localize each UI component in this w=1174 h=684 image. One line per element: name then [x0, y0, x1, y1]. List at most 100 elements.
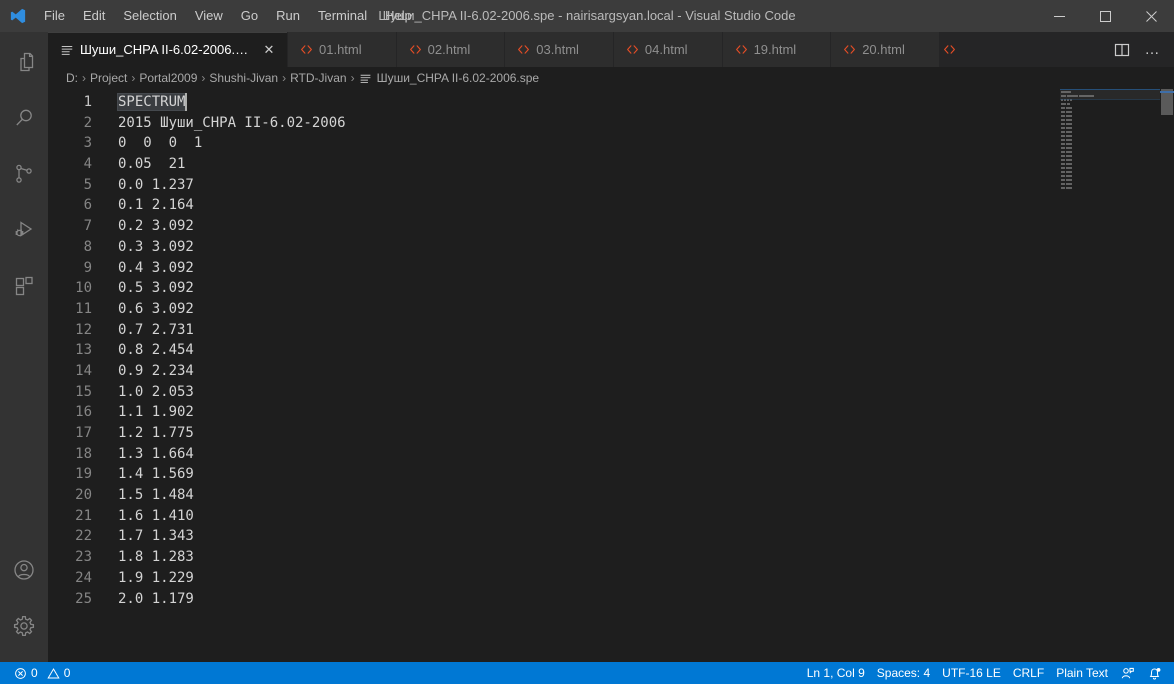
minimap-block	[1061, 171, 1065, 173]
sidebar-item-search[interactable]	[0, 90, 48, 146]
tab-20-html[interactable]: 20.html ✕	[831, 32, 940, 67]
line-number: 13	[75, 342, 92, 359]
source-control-icon	[12, 162, 36, 186]
tab-overflow-html-icon[interactable]	[940, 32, 960, 67]
line-number: 10	[75, 280, 92, 297]
breadcrumb-item-shushi-jivan[interactable]: Shushi-Jivan	[209, 71, 278, 85]
line-text: 0.4 3.092	[118, 259, 194, 276]
code-line: 13 0.8 2.454	[48, 340, 1174, 361]
minimap-block	[1061, 183, 1065, 185]
breadcrumb-item-portal2009[interactable]: Portal2009	[139, 71, 197, 85]
accounts-button[interactable]	[0, 542, 48, 598]
bell-icon	[1147, 666, 1162, 681]
overview-ruler-mark	[1160, 91, 1174, 93]
tab-02-html[interactable]: 02.html ✕	[396, 32, 506, 67]
status-bar-left: 0 0	[0, 662, 76, 684]
notifications-button[interactable]	[1141, 662, 1168, 684]
maximize-button[interactable]	[1082, 0, 1128, 32]
manage-settings-button[interactable]	[0, 598, 48, 654]
line-text: 0.5 3.092	[118, 280, 194, 297]
line-number: 16	[75, 404, 92, 421]
tab-label: 04.html	[644, 42, 688, 57]
code-line: 24 1.9 1.229	[48, 568, 1174, 589]
line-number: 21	[75, 507, 92, 524]
line-text: 1.4 1.569	[118, 466, 194, 483]
window-controls	[1036, 0, 1174, 32]
code-line: 9 0.4 3.092	[48, 258, 1174, 279]
minimap-block	[1066, 187, 1072, 189]
breadcrumb-separator: ›	[201, 71, 206, 85]
code-content[interactable]: 1 SPECTRUM 2 2015 Шуши_CHPA II-6.02-2006…	[48, 89, 1174, 662]
menu-item-view[interactable]: View	[186, 4, 232, 28]
minimap-block	[1061, 155, 1065, 157]
line-text: 1.6 1.410	[118, 507, 194, 524]
sidebar-item-run-and-debug[interactable]	[0, 202, 48, 258]
minimize-button[interactable]	[1036, 0, 1082, 32]
tab-04-html[interactable]: 04.html ✕	[613, 32, 723, 67]
editor-vertical-scrollbar[interactable]	[1160, 89, 1174, 662]
minimap-block	[1067, 103, 1070, 105]
code-line: 1 SPECTRUM	[48, 92, 1174, 113]
tab-03-html[interactable]: 03.html ✕	[505, 32, 614, 67]
minimap-block	[1061, 103, 1066, 105]
breadcrumb-item-project[interactable]: Project	[90, 71, 127, 85]
breadcrumb: D: › Project › Portal2009 › Shushi-Jivan…	[48, 67, 1174, 89]
tab-01-html[interactable]: 01.html ✕	[288, 32, 397, 67]
menu-bar: File Edit Selection View Go Run Terminal…	[35, 0, 421, 32]
warning-icon	[47, 667, 60, 680]
line-number: 20	[75, 487, 92, 504]
minimap[interactable]	[1060, 89, 1160, 662]
minimap-block	[1066, 155, 1072, 157]
menu-item-edit[interactable]: Edit	[74, 4, 114, 28]
editor-actions: …	[1108, 32, 1174, 67]
menu-item-selection[interactable]: Selection	[114, 4, 185, 28]
line-number: 25	[75, 590, 92, 607]
split-editor-icon	[1114, 42, 1130, 58]
cursor-position-status[interactable]: Ln 1, Col 9	[801, 662, 871, 684]
close-button[interactable]	[1128, 0, 1174, 32]
activity-bar	[0, 32, 48, 662]
tab-close-button[interactable]: ✕	[261, 42, 277, 58]
breadcrumb-separator: ›	[82, 71, 86, 85]
tab-spe-file[interactable]: Шуши_CHPA II-6.02-2006.spe ✕	[48, 32, 288, 67]
minimap-block	[1061, 107, 1065, 109]
menu-item-file[interactable]: File	[35, 4, 74, 28]
minimap-block	[1066, 147, 1072, 149]
language-mode-status[interactable]: Plain Text	[1050, 662, 1114, 684]
html-icon	[735, 43, 748, 56]
split-editor-button[interactable]	[1108, 36, 1136, 64]
menu-item-run[interactable]: Run	[267, 4, 309, 28]
sidebar-item-extensions[interactable]	[0, 258, 48, 314]
code-line: 8 0.3 3.092	[48, 237, 1174, 258]
line-number: 22	[75, 528, 92, 545]
problems-status[interactable]: 0 0	[8, 662, 76, 684]
line-number: 6	[83, 197, 92, 214]
minimap-block	[1061, 159, 1065, 161]
minimap-slider[interactable]	[1060, 89, 1160, 100]
minimap-block	[1066, 135, 1072, 137]
sidebar-item-explorer[interactable]	[0, 34, 48, 90]
more-actions-button[interactable]: …	[1138, 36, 1166, 64]
breadcrumb-item-file[interactable]: Шуши_CHPA II-6.02-2006.spe	[359, 71, 539, 85]
minimap-block	[1066, 107, 1072, 109]
tab-19-html[interactable]: 19.html ✕	[722, 32, 832, 67]
line-text: 1.3 1.664	[118, 445, 194, 462]
eol-status[interactable]: CRLF	[1007, 662, 1050, 684]
error-icon	[14, 667, 27, 680]
menu-item-go[interactable]: Go	[232, 4, 267, 28]
encoding-status[interactable]: UTF-16 LE	[936, 662, 1007, 684]
text-editor[interactable]: 1 SPECTRUM 2 2015 Шуши_CHPA II-6.02-2006…	[48, 89, 1174, 662]
minimap-block	[1061, 151, 1065, 153]
minimap-block	[1061, 135, 1065, 137]
line-number: 14	[75, 362, 92, 379]
minimap-block	[1061, 131, 1065, 133]
breadcrumb-item-rtd-jivan[interactable]: RTD-Jivan	[290, 71, 346, 85]
menu-item-help[interactable]: Help	[376, 4, 421, 28]
breadcrumb-item-drive[interactable]: D:	[66, 71, 78, 85]
menu-item-terminal[interactable]: Terminal	[309, 4, 376, 28]
feedback-button[interactable]	[1114, 662, 1141, 684]
indentation-status[interactable]: Spaces: 4	[871, 662, 936, 684]
line-text: 0.3 3.092	[118, 238, 194, 255]
sidebar-item-source-control[interactable]	[0, 146, 48, 202]
line-text: 0 0 0 1	[118, 135, 203, 152]
